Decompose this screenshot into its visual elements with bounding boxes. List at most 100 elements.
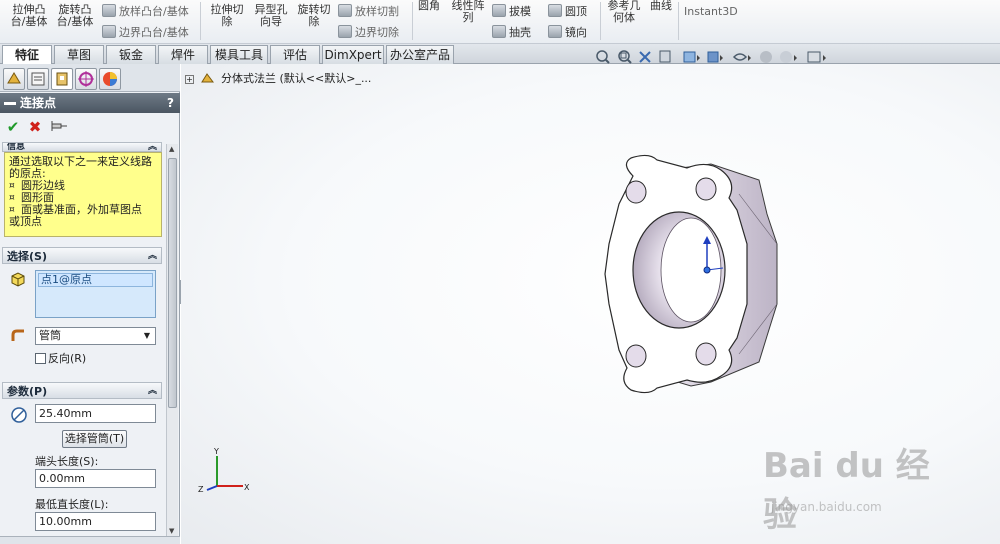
tab-mold-tools[interactable]: 模具工具 <box>210 45 268 64</box>
tab-sketch[interactable]: 草图 <box>54 45 104 64</box>
selected-entity[interactable]: 点1@原点 <box>38 273 153 287</box>
dimxpert-manager-tab[interactable] <box>75 68 97 90</box>
tab-dimxpert[interactable]: DimXpert <box>322 45 384 64</box>
checkbox-box[interactable] <box>35 353 46 364</box>
display-style-icon[interactable] <box>707 51 723 63</box>
collapse-chevron-icon: ︽ <box>147 386 157 396</box>
boundary-icon <box>102 25 116 38</box>
loft-cut-button[interactable]: 放样切割 <box>338 4 399 18</box>
tab-office-products[interactable]: 办公室产品 <box>386 45 454 64</box>
panel-actions: ✔ ✖ <box>0 114 180 140</box>
diameter-icon <box>10 406 27 423</box>
hide-show-items-icon[interactable] <box>732 53 751 61</box>
message-line: 或顶点 <box>9 215 42 228</box>
boundary-boss-label: 边界凸台/基体 <box>119 26 189 39</box>
graphics-area[interactable]: + 分体式法兰 (默认<<默认>_... Y X Z Bai du 经验 jin… <box>181 50 1000 544</box>
tab-features[interactable]: 特征 <box>2 45 52 65</box>
hole-wizard-button[interactable]: 异型孔 向导 <box>250 4 292 28</box>
view-toolbar-icons <box>596 50 826 64</box>
route-type-dropdown[interactable]: 管筒 ▼ <box>35 327 156 345</box>
previous-view-icon[interactable] <box>639 51 651 63</box>
configuration-icon <box>56 72 68 86</box>
selection-list[interactable]: 点1@原点 <box>35 270 156 318</box>
reference-geometry-button[interactable]: 参考几 何体 <box>604 0 644 24</box>
shell-button[interactable]: 抽壳 <box>492 25 531 39</box>
mirror-button[interactable]: 镜向 <box>548 25 587 39</box>
end-length-label: 端头长度(S): <box>35 455 99 468</box>
property-manager-panel: 连接点 ? ✔ ✖ 信息 ︽ 通过选取以下之一来定义线路 的原点: 圆形边线 圆… <box>0 64 180 544</box>
selection-section-header[interactable]: 选择(S) ︽ <box>2 247 162 264</box>
dropdown-arrow-icon: ▼ <box>143 331 151 340</box>
feature-tree-icon <box>7 72 21 84</box>
sweep-boss-button[interactable]: 放样凸台/基体 <box>102 4 189 18</box>
boundary-cut-button[interactable]: 边界切除 <box>338 25 399 39</box>
ribbon-divider <box>678 2 679 40</box>
part-name[interactable]: 分体式法兰 (默认<<默认>_... <box>221 72 371 85</box>
sweep-icon <box>102 4 116 17</box>
scroll-down-icon[interactable]: ▼ <box>169 527 174 535</box>
parameters-section-header[interactable]: 参数(P) ︽ <box>2 382 162 399</box>
view-settings-icon[interactable] <box>807 51 826 63</box>
shell-icon <box>492 25 506 38</box>
crosshair-icon <box>78 71 94 87</box>
help-button[interactable]: ? <box>167 93 174 113</box>
scrollbar-thumb[interactable] <box>168 158 177 408</box>
zoom-to-fit-icon[interactable] <box>596 50 610 64</box>
curves-button[interactable]: 曲线 <box>650 0 672 12</box>
draft-label: 拔模 <box>509 5 531 18</box>
panel-scrollbar[interactable]: ▲ ▼ <box>166 144 178 536</box>
apply-scene-icon[interactable] <box>780 51 797 63</box>
dome-label: 圆顶 <box>565 5 587 18</box>
revolve-cut-button[interactable]: 旋转切 除 <box>293 4 335 28</box>
feature-manager-tab[interactable] <box>3 68 25 90</box>
end-length-input[interactable]: 0.00mm <box>35 469 156 488</box>
select-tube-button[interactable]: 选择管筒(T) <box>62 430 127 448</box>
dome-button[interactable]: 圆顶 <box>548 4 587 18</box>
expand-icon[interactable]: + <box>185 75 194 84</box>
pushpin-button[interactable] <box>50 118 68 136</box>
extrude-cut-button[interactable]: 拉伸切 除 <box>206 4 248 28</box>
min-straight-label: 最低直长度(L): <box>35 498 109 511</box>
dome-icon <box>548 4 562 17</box>
ok-button[interactable]: ✔ <box>4 118 22 136</box>
reverse-checkbox[interactable]: 反向(R) <box>35 352 86 365</box>
revolve-boss-button[interactable]: 旋转凸 台/基体 <box>54 4 96 28</box>
tab-weldments[interactable]: 焊件 <box>158 45 208 64</box>
mirror-icon <box>548 25 562 38</box>
configuration-manager-tab[interactable] <box>51 68 73 90</box>
watermark-url: jingyan.baidu.com <box>771 500 882 514</box>
panel-title-bar: 连接点 ? <box>0 93 180 113</box>
reverse-label: 反向(R) <box>48 352 87 365</box>
linear-pattern-button[interactable]: 线性阵 列 <box>446 0 490 24</box>
section-view-icon[interactable] <box>659 50 671 63</box>
draft-button[interactable]: 拔模 <box>492 4 531 18</box>
collapse-chevron-icon: ︽ <box>147 251 157 261</box>
reference-triad: Y X Z <box>198 447 250 494</box>
tab-evaluate[interactable]: 评估 <box>270 45 320 64</box>
flange-part-model[interactable] <box>591 154 791 394</box>
tab-sheet-metal[interactable]: 钣金 <box>106 45 156 64</box>
panel-bottom-tabs <box>0 536 180 544</box>
edit-appearance-icon[interactable] <box>760 51 772 63</box>
route-tube-icon <box>10 327 26 343</box>
message-section-header[interactable]: 信息 ︽ <box>2 142 162 152</box>
watermark-brand: Bai du 经验 <box>763 446 930 535</box>
property-manager-tab[interactable] <box>27 68 49 90</box>
scroll-up-icon[interactable]: ▲ <box>169 145 174 153</box>
message-box: 通过选取以下之一来定义线路 的原点: 圆形边线 圆形面 面或基准面，外加草图点 … <box>4 152 162 237</box>
selection-section-title: 选择(S) <box>7 250 47 263</box>
ribbon-divider <box>600 2 601 40</box>
instant3d-button[interactable]: Instant3D <box>684 6 738 18</box>
cancel-button[interactable]: ✖ <box>26 118 44 136</box>
boundary-boss-button[interactable]: 边界凸台/基体 <box>102 25 189 39</box>
extrude-boss-button[interactable]: 拉伸凸 台/基体 <box>8 4 50 28</box>
property-sheet-icon <box>31 72 45 86</box>
diameter-input[interactable]: 25.40mm <box>35 404 156 423</box>
loft-cut-icon <box>338 4 352 17</box>
panel-title: 连接点 <box>20 96 57 110</box>
zoom-to-area-icon[interactable] <box>618 50 632 64</box>
min-straight-input[interactable]: 10.00mm <box>35 512 156 531</box>
view-orientation-icon[interactable] <box>683 51 700 63</box>
fillet-button[interactable]: 圆角 <box>418 0 440 12</box>
display-manager-tab[interactable] <box>99 68 121 90</box>
